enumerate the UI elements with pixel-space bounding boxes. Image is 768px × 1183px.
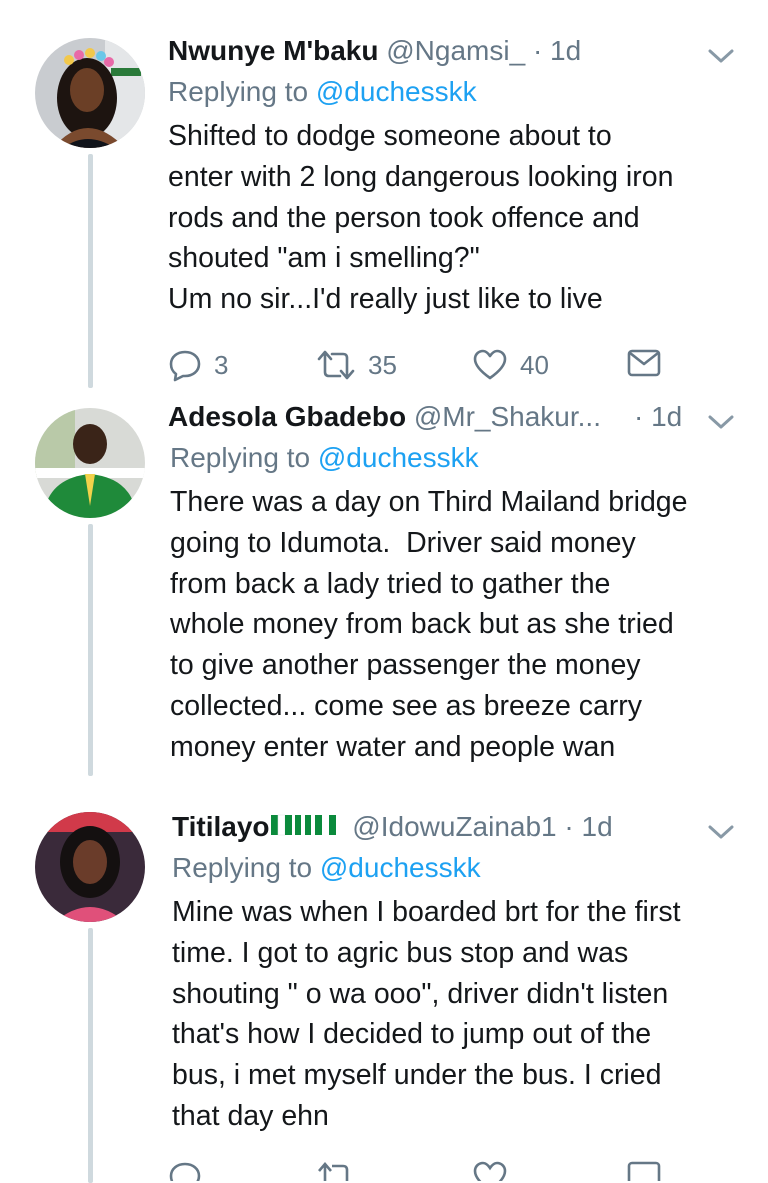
reply-count: 3 (214, 349, 229, 380)
display-name[interactable]: Adesola Gbadebo (168, 401, 406, 432)
avatar[interactable] (35, 38, 145, 148)
reply-icon (168, 1160, 202, 1181)
retweet-button[interactable]: 35 (316, 348, 397, 382)
dm-icon (626, 348, 662, 378)
separator-dot: · (564, 811, 574, 842)
like-button[interactable]: 40 (472, 348, 549, 382)
reply-button[interactable]: 3 (168, 348, 228, 382)
thread-line (88, 928, 93, 1183)
replying-to-link[interactable]: @duchesskk (316, 76, 477, 107)
timestamp[interactable]: 1d (550, 35, 581, 66)
dm-button[interactable] (626, 1160, 662, 1181)
like-count: 40 (520, 349, 549, 380)
tweet-actions: 3 35 40 (168, 348, 668, 388)
tweet-actions (168, 1160, 668, 1181)
retweet-count: 35 (368, 349, 397, 380)
dm-button[interactable] (626, 348, 662, 378)
tweet-text: Shifted to dodge someone about to enter … (168, 120, 674, 316)
replying-to-label: Replying to (170, 442, 318, 473)
dm-icon (626, 1160, 662, 1181)
tweet-header: Titilayo @IdowuZainab1 · 1d (172, 810, 613, 846)
nigeria-flag-icon (270, 812, 341, 846)
retweet-button[interactable] (316, 1160, 356, 1181)
chevron-down-icon[interactable] (708, 48, 734, 69)
user-handle[interactable]: @Mr_Shakur... (414, 401, 601, 432)
like-icon (472, 348, 508, 382)
user-handle[interactable]: @IdowuZainab1 (352, 811, 556, 842)
truncation-fade (170, 770, 750, 778)
user-handle[interactable]: @Ngamsi_ (386, 35, 525, 66)
timestamp[interactable]: 1d (651, 401, 682, 432)
reply-button[interactable] (168, 1160, 202, 1181)
replying-to-label: Replying to (168, 76, 316, 107)
reply-icon (168, 348, 202, 382)
tweet-header: Nwunye M'baku @Ngamsi_ · 1d (168, 34, 581, 68)
tweet-text: Mine was when I boarded brt for the firs… (172, 896, 681, 1132)
tweet-meta: · 1d (634, 400, 682, 434)
display-name[interactable]: Nwunye M'baku (168, 35, 378, 66)
separator-dot: · (634, 401, 644, 432)
replying-to: Replying to @duchesskk (168, 76, 477, 108)
replying-to-label: Replying to (172, 852, 320, 883)
replying-to-link[interactable]: @duchesskk (318, 442, 479, 473)
tweet-header: Adesola Gbadebo @Mr_Shakur... (168, 400, 708, 434)
thread-line (88, 524, 93, 776)
replying-to: Replying to @duchesskk (170, 442, 479, 474)
avatar[interactable] (35, 812, 145, 922)
chevron-down-icon[interactable] (708, 824, 734, 845)
avatar[interactable] (35, 408, 145, 518)
like-button[interactable] (472, 1160, 508, 1181)
thread-line (88, 154, 93, 388)
tweet-text: There was a day on Third Mailand bridge … (170, 486, 688, 763)
chevron-down-icon[interactable] (708, 414, 734, 435)
retweet-icon (316, 348, 356, 382)
separator-dot: · (532, 35, 543, 66)
timestamp[interactable]: 1d (582, 811, 613, 842)
replying-to-link[interactable]: @duchesskk (320, 852, 481, 883)
display-name[interactable]: Titilayo (172, 811, 270, 842)
like-icon (472, 1160, 508, 1181)
retweet-icon (316, 1160, 356, 1181)
replying-to: Replying to @duchesskk (172, 852, 481, 884)
